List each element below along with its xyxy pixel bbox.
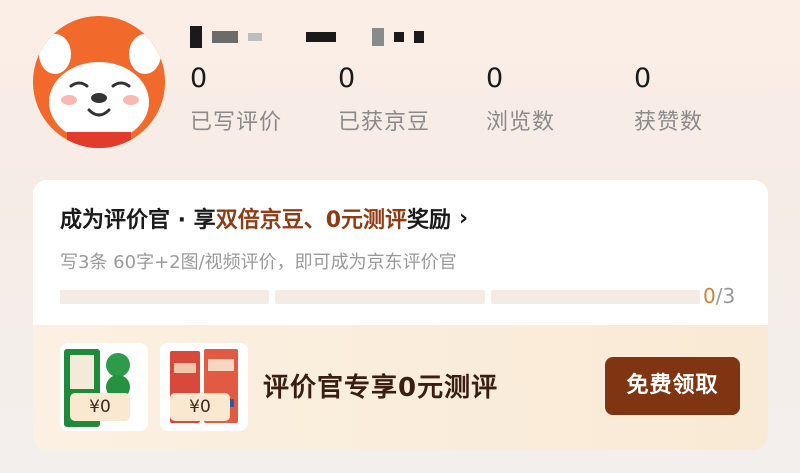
username-mask xyxy=(372,28,384,46)
stat-label: 获赞数 xyxy=(634,110,704,135)
chevron-right-icon: › xyxy=(459,205,469,231)
stat-value: 0 xyxy=(634,63,652,94)
product-thumb[interactable]: ¥0 xyxy=(160,343,248,431)
promo-highlight-double-beans: 双倍京豆 xyxy=(215,208,304,233)
stat-reviews-written[interactable]: 0 已写评价 xyxy=(190,60,338,136)
username-mask xyxy=(212,31,238,43)
stat-value: 0 xyxy=(338,63,356,94)
username-mask xyxy=(414,31,424,43)
progress-segment xyxy=(60,290,270,304)
stat-value: 0 xyxy=(486,63,504,94)
progress-bar xyxy=(60,290,700,304)
progress-total: /3 xyxy=(715,284,736,308)
stat-likes[interactable]: 0 获赞数 xyxy=(634,60,782,136)
progress-segment xyxy=(490,290,700,304)
progress-counter: 0/3 xyxy=(703,284,735,308)
username-mask xyxy=(394,32,404,42)
stat-label: 已获京豆 xyxy=(338,110,431,135)
promo-title-separator: 、 xyxy=(303,208,326,233)
username-mask xyxy=(190,26,202,48)
promo-title-link[interactable]: 成为评价官 · 享 双倍京豆 、 0元测评 奖励 › xyxy=(60,202,468,234)
stat-label: 浏览数 xyxy=(486,110,556,135)
username-mask xyxy=(306,32,336,42)
username xyxy=(190,22,424,52)
reviewer-promo-card: 成为评价官 · 享 双倍京豆 、 0元测评 奖励 › 写3条 60字+2图/视频… xyxy=(33,180,768,450)
stat-views[interactable]: 0 浏览数 xyxy=(486,60,634,136)
promo-title-suffix: 奖励 xyxy=(407,208,452,233)
price-tag: ¥0 xyxy=(70,393,130,421)
stat-value: 0 xyxy=(190,63,208,94)
stats-row: 0 已写评价 0 已获京豆 0 浏览数 0 获赞数 xyxy=(190,60,782,136)
claim-free-button[interactable]: 免费领取 xyxy=(605,357,740,415)
username-mask xyxy=(248,33,262,41)
promo-title-prefix: 成为评价官 · 享 xyxy=(60,208,216,233)
avatar[interactable] xyxy=(33,16,165,148)
mascot-avatar-icon xyxy=(33,16,165,148)
progress-current: 0 xyxy=(703,284,716,308)
stat-beans-earned[interactable]: 0 已获京豆 xyxy=(338,60,486,136)
free-trial-offer: ¥0 ¥0 评价官专享0元测评 免费领取 xyxy=(33,325,768,450)
stat-label: 已写评价 xyxy=(190,110,283,135)
promo-subtitle: 写3条 60字+2图/视频评价，即可成为京东评价官 xyxy=(60,252,457,273)
progress-segment xyxy=(275,290,485,304)
product-thumb[interactable]: ¥0 xyxy=(60,343,148,431)
price-tag: ¥0 xyxy=(170,393,230,421)
offer-title: 评价官专享0元测评 xyxy=(263,373,499,403)
promo-highlight-free-trial: 0元测评 xyxy=(325,208,408,233)
